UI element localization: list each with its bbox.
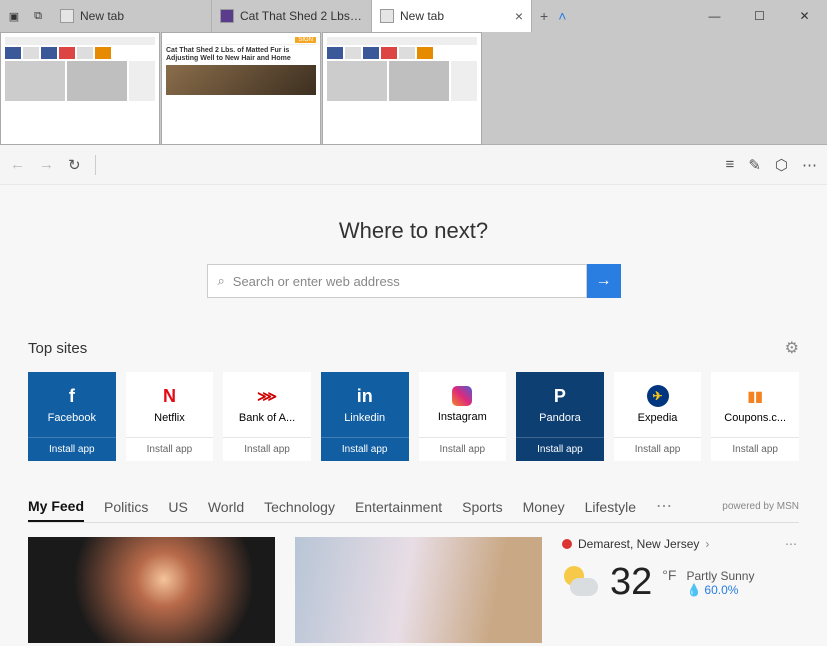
- tab-strip: New tab Cat That Shed 2 Lbs. of Mat New …: [52, 0, 532, 32]
- collapse-previews-icon[interactable]: ˄: [558, 8, 566, 24]
- feed-tabs-more-icon[interactable]: ⋯: [656, 496, 672, 516]
- site-tile-netflix[interactable]: NNetflix Install app: [126, 372, 214, 461]
- site-tile-expedia[interactable]: ✈Expedia Install app: [614, 372, 702, 461]
- tab-label: New tab: [400, 9, 509, 23]
- set-aside-tabs-icon[interactable]: ⧉: [28, 6, 48, 26]
- weather-condition: Partly Sunny: [686, 569, 754, 583]
- feed-card-1[interactable]: [295, 537, 542, 643]
- tab-favicon: [380, 9, 394, 23]
- divider: [95, 155, 96, 175]
- droplet-icon: 💧: [686, 583, 701, 597]
- feed-tab-entertainment[interactable]: Entertainment: [355, 499, 442, 521]
- install-app-button[interactable]: Install app: [516, 437, 604, 461]
- feed-tab-lifestyle[interactable]: Lifestyle: [585, 499, 636, 521]
- feed-tab-us[interactable]: US: [168, 499, 187, 521]
- maximize-button[interactable]: ☐: [737, 0, 782, 32]
- pandora-icon: P: [549, 385, 571, 407]
- titlebar-left-icons: ▣ ⧉: [0, 0, 52, 32]
- chevron-right-icon[interactable]: ›: [705, 537, 709, 551]
- expedia-icon: ✈: [647, 385, 669, 407]
- search-input[interactable]: ⌕ Search or enter web address: [207, 264, 587, 298]
- tab-favicon: [60, 9, 74, 23]
- back-icon[interactable]: ←: [10, 156, 25, 173]
- feed-tab-world[interactable]: World: [208, 499, 244, 521]
- feed-card-0[interactable]: [28, 537, 275, 643]
- powered-by-label: powered by MSN: [722, 501, 799, 512]
- top-sites-grid: fFacebook Install app NNetflix Install a…: [28, 372, 799, 461]
- feed-tab-money[interactable]: Money: [523, 499, 565, 521]
- top-sites-header: Top sites ⚙: [28, 338, 799, 358]
- site-tile-coupons[interactable]: ▮▮Coupons.c... Install app: [711, 372, 799, 461]
- share-icon[interactable]: ⬡: [775, 156, 788, 174]
- feed-tab-technology[interactable]: Technology: [264, 499, 335, 521]
- preview-headline: Cat That Shed 2 Lbs. of Matted Fur is Ad…: [166, 47, 316, 63]
- tab-actions: + ˄: [532, 0, 574, 32]
- netflix-icon: N: [158, 385, 180, 407]
- notes-icon[interactable]: ✎: [748, 156, 761, 174]
- install-app-button[interactable]: Install app: [223, 437, 311, 461]
- tab-0[interactable]: New tab: [52, 0, 212, 32]
- search-placeholder: Search or enter web address: [233, 274, 400, 289]
- weather-unit: °F: [662, 567, 676, 583]
- site-tile-pandora[interactable]: PPandora Install app: [516, 372, 604, 461]
- install-app-button[interactable]: Install app: [419, 437, 507, 461]
- weather-card[interactable]: Demarest, New Jersey › ⋯ 32 °F Partly Su…: [562, 537, 799, 643]
- site-tile-facebook[interactable]: fFacebook Install app: [28, 372, 116, 461]
- more-icon[interactable]: ⋯: [802, 156, 817, 174]
- reading-list-icon[interactable]: ≡: [726, 156, 735, 173]
- install-app-button[interactable]: Install app: [28, 437, 116, 461]
- tab-label: Cat That Shed 2 Lbs. of Mat: [240, 9, 363, 23]
- feed-tab-myfeed[interactable]: My Feed: [28, 498, 84, 522]
- page-heading: Where to next?: [28, 218, 799, 244]
- new-tab-content: Where to next? ⌕ Search or enter web add…: [0, 185, 827, 646]
- tab-2[interactable]: New tab ×: [372, 0, 532, 32]
- settings-gear-icon[interactable]: ⚙: [785, 338, 799, 358]
- feed-tab-sports[interactable]: Sports: [462, 499, 502, 521]
- weather-main: 32 °F Partly Sunny 💧60.0%: [562, 561, 799, 604]
- tab-1[interactable]: Cat That Shed 2 Lbs. of Mat: [212, 0, 372, 32]
- bank-icon: ⋙: [256, 385, 278, 407]
- site-tile-linkedin[interactable]: inLinkedin Install app: [321, 372, 409, 461]
- tab-previews-row: SIGN Cat That Shed 2 Lbs. of Matted Fur …: [0, 32, 827, 145]
- window-controls: — ☐ ✕: [692, 0, 827, 32]
- site-tile-instagram[interactable]: Instagram Install app: [419, 372, 507, 461]
- weather-humidity: 💧60.0%: [686, 583, 754, 597]
- feed-row: Demarest, New Jersey › ⋯ 32 °F Partly Su…: [28, 537, 799, 643]
- install-app-button[interactable]: Install app: [126, 437, 214, 461]
- site-tile-bankofamerica[interactable]: ⋙Bank of A... Install app: [223, 372, 311, 461]
- weather-temp: 32: [610, 561, 652, 604]
- weather-more-icon[interactable]: ⋯: [785, 537, 799, 551]
- feed-tab-politics[interactable]: Politics: [104, 499, 148, 521]
- tab-preview-2[interactable]: [322, 32, 482, 145]
- feed-tabs: My Feed Politics US World Technology Ent…: [28, 496, 799, 523]
- install-app-button[interactable]: Install app: [711, 437, 799, 461]
- facebook-icon: f: [61, 385, 83, 407]
- title-bar: ▣ ⧉ New tab Cat That Shed 2 Lbs. of Mat …: [0, 0, 827, 32]
- navigation-toolbar: ← → ↻ ≡ ✎ ⬡ ⋯: [0, 145, 827, 185]
- tab-label: New tab: [80, 9, 203, 23]
- tab-preview-0[interactable]: [0, 32, 160, 145]
- app-icon[interactable]: ▣: [4, 6, 24, 26]
- partly-sunny-icon: [562, 564, 600, 602]
- coupons-icon: ▮▮: [744, 385, 766, 407]
- install-app-button[interactable]: Install app: [321, 437, 409, 461]
- search-icon: ⌕: [218, 273, 225, 289]
- weather-location: Demarest, New Jersey: [578, 537, 699, 551]
- minimize-button[interactable]: —: [692, 0, 737, 32]
- linkedin-icon: in: [354, 385, 376, 407]
- close-tab-icon[interactable]: ×: [515, 8, 523, 24]
- search-row: ⌕ Search or enter web address →: [28, 264, 799, 298]
- install-app-button[interactable]: Install app: [614, 437, 702, 461]
- alert-dot-icon: [562, 539, 572, 549]
- weather-location-row: Demarest, New Jersey › ⋯: [562, 537, 799, 551]
- refresh-icon[interactable]: ↻: [68, 156, 81, 174]
- instagram-icon: [452, 386, 472, 406]
- tab-favicon: [220, 9, 234, 23]
- close-window-button[interactable]: ✕: [782, 0, 827, 32]
- tab-preview-1[interactable]: SIGN Cat That Shed 2 Lbs. of Matted Fur …: [161, 32, 321, 145]
- top-sites-title: Top sites: [28, 340, 87, 357]
- forward-icon[interactable]: →: [39, 156, 54, 173]
- search-go-button[interactable]: →: [587, 264, 621, 298]
- new-tab-icon[interactable]: +: [540, 8, 548, 24]
